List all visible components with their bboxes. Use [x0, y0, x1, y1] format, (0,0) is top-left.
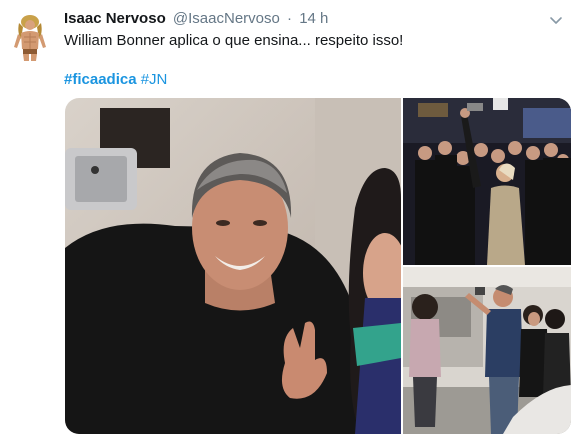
photo-group-selfie[interactable] — [403, 98, 571, 265]
avatar[interactable] — [11, 13, 49, 61]
hashtag-jn[interactable]: #JN — [141, 71, 168, 88]
display-name[interactable]: Isaac Nervoso — [64, 10, 166, 27]
hashtag-line: #ficaadica #JN — [64, 70, 167, 89]
separator-dot: · — [287, 10, 293, 27]
media-grid — [65, 98, 571, 434]
photo-street-selfie[interactable] — [403, 267, 571, 434]
chevron-down-icon[interactable] — [548, 12, 564, 28]
tweet-text: William Bonner aplica o que ensina... re… — [64, 32, 404, 49]
hashtag-ficaadica[interactable]: #ficaadica — [64, 71, 137, 88]
avatar-figure-icon — [11, 13, 49, 61]
tweet-header: Isaac Nervoso @IsaacNervoso · 14 h — [64, 10, 328, 28]
tweet-card: Isaac Nervoso @IsaacNervoso · 14 h Willi… — [0, 0, 580, 439]
timestamp[interactable]: 14 h — [299, 10, 328, 27]
user-handle[interactable]: @IsaacNervoso — [173, 10, 280, 27]
photo-selfie-closeup[interactable] — [65, 98, 401, 434]
